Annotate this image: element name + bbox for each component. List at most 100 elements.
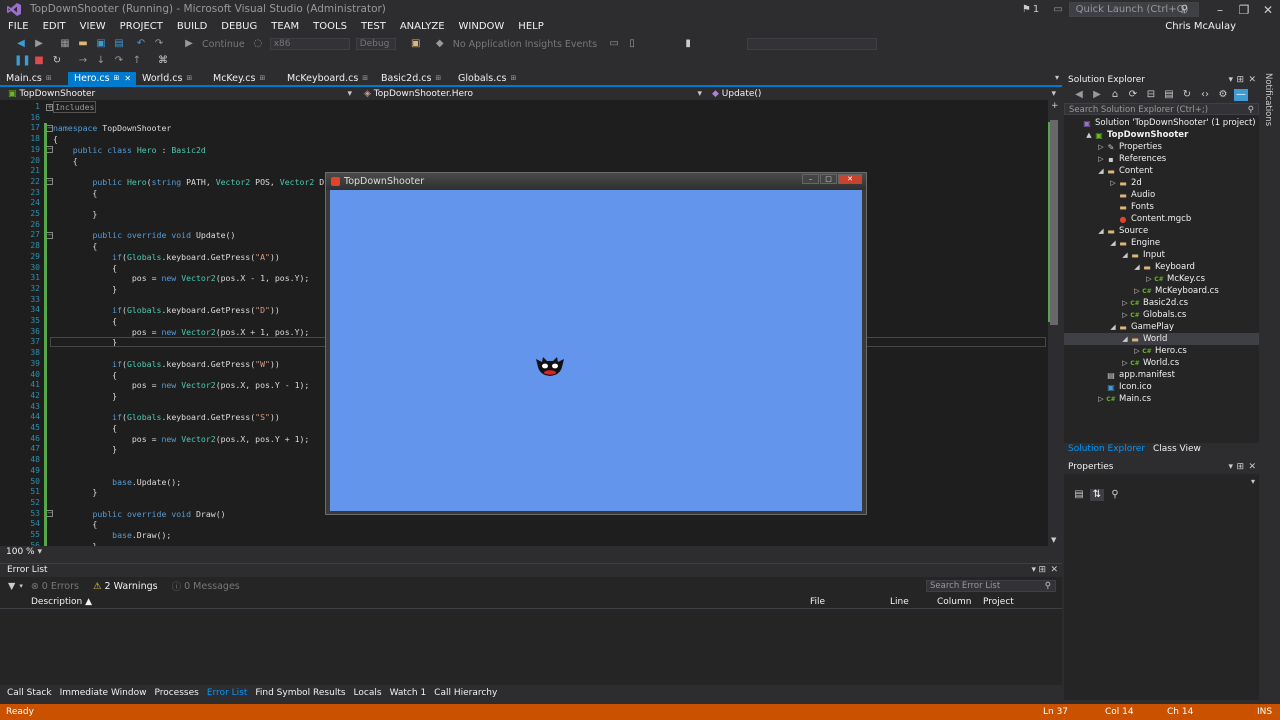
expand-arrow-icon[interactable]: ▷ (1120, 297, 1130, 309)
tree-item[interactable]: ▣ Icon.ico (1064, 381, 1259, 393)
close-panel-icon[interactable]: ✕ (1248, 460, 1256, 474)
tree-item[interactable]: ▲ ▣ TopDownShooter (1064, 129, 1259, 141)
game-close-button[interactable]: ✕ (838, 174, 862, 184)
type-dropdown[interactable]: ◈ TopDownShooter.Hero ▾ (360, 88, 704, 100)
panel-menu-icon[interactable]: ▾ (1031, 564, 1036, 577)
solution-search-input[interactable]: Search Solution Explorer (Ctrl+;) ⚲ (1064, 103, 1259, 115)
preview-icon[interactable]: — (1234, 89, 1248, 101)
game-canvas[interactable] (330, 190, 862, 511)
game-maximize-button[interactable]: □ (820, 174, 837, 184)
messages-filter-button[interactable]: ⓘ 0 Messages (172, 579, 240, 594)
forward-icon[interactable]: ▶ (32, 38, 46, 50)
code-line[interactable]: { (53, 241, 97, 251)
project-dropdown[interactable]: ▣ TopDownShooter ▾ (4, 88, 354, 100)
save-icon[interactable]: ▣ (94, 38, 108, 50)
tree-item[interactable]: ◢ ▬ Source (1064, 225, 1259, 237)
tree-item[interactable]: ▷ C# McKey.cs (1064, 273, 1259, 285)
filter-icon[interactable]: ▼ (8, 581, 15, 592)
pin-icon[interactable]: ⊞ (1236, 73, 1244, 87)
expand-arrow-icon[interactable]: ◢ (1108, 321, 1118, 333)
tab-globals[interactable]: Globals.cs ⊞ (452, 72, 522, 85)
menu-view[interactable]: VIEW (73, 19, 113, 35)
tab-call-hierarchy[interactable]: Call Hierarchy (430, 686, 501, 700)
tree-item[interactable]: ▤ app.manifest (1064, 369, 1259, 381)
redo-icon[interactable]: ↷ (152, 38, 166, 50)
menu-team[interactable]: TEAM (264, 19, 306, 35)
restore-button[interactable]: ❐ (1232, 3, 1256, 17)
tab-basic2d[interactable]: Basic2d.cs ⊞ (375, 72, 452, 85)
undo-icon[interactable]: ↶ (134, 38, 148, 50)
save-all-icon[interactable]: ▤ (112, 38, 126, 50)
tree-item[interactable]: ▷ ▬ 2d (1064, 177, 1259, 189)
code-line[interactable]: } (53, 391, 117, 401)
scroll-thumb[interactable] (1050, 120, 1058, 325)
tab-class-view[interactable]: Class View (1149, 443, 1205, 456)
tab-error-list[interactable]: Error List (203, 686, 252, 700)
tab-world[interactable]: World.cs ⊞ (136, 72, 207, 85)
code-line[interactable]: { (53, 156, 78, 166)
expand-arrow-icon[interactable]: ◢ (1132, 261, 1142, 273)
panel-menu-icon[interactable]: ▾ (1228, 73, 1233, 87)
continue-button[interactable]: Continue (202, 39, 245, 50)
code-line[interactable]: base.Draw(); (53, 530, 171, 540)
code-line[interactable]: } (53, 444, 117, 454)
tab-locals[interactable]: Locals (350, 686, 386, 700)
includes-region[interactable]: Includes (53, 101, 97, 113)
hex-icon[interactable]: ⌘ (156, 55, 170, 67)
menu-test[interactable]: TEST (354, 19, 393, 35)
fold-toggle-icon[interactable]: + (46, 103, 53, 111)
code-line[interactable]: if(Globals.keyboard.GetPress("S")) (53, 412, 280, 422)
tab-immediate-window[interactable]: Immediate Window (56, 686, 151, 700)
open-file-icon[interactable]: ▬ (76, 38, 90, 50)
member-dropdown[interactable]: ◆ Update() ▾ (708, 88, 1058, 100)
pin-icon[interactable]: ⊞ (362, 72, 368, 85)
expand-arrow-icon[interactable]: ▲ (1084, 129, 1094, 141)
tree-item[interactable]: ▷ C# McKeyboard.cs (1064, 285, 1259, 297)
find-icon[interactable]: ▣ (409, 38, 423, 50)
expand-arrow-icon[interactable]: ◢ (1108, 237, 1118, 249)
code-line[interactable]: { (53, 370, 117, 380)
scroll-down-icon[interactable]: ▼ (1051, 536, 1056, 544)
expand-arrow-icon[interactable]: ◢ (1096, 225, 1106, 237)
tree-item[interactable]: ● Content.mgcb (1064, 213, 1259, 225)
show-all-files-icon[interactable]: ▤ (1162, 89, 1176, 101)
platform-select[interactable]: x86 (269, 38, 350, 50)
show-next-statement-icon[interactable]: → (76, 55, 90, 67)
forward-icon[interactable]: ▶ (1090, 89, 1104, 101)
column-file[interactable]: File (810, 597, 825, 607)
code-line[interactable]: { (53, 423, 117, 433)
step-into-icon[interactable]: ↓ (94, 55, 108, 67)
step-out-icon[interactable]: ↑ (130, 55, 144, 67)
panel-menu-icon[interactable]: ▾ (1228, 460, 1233, 474)
categorized-icon[interactable]: ▤ (1072, 489, 1086, 501)
tree-item[interactable]: ◢ ▬ Keyboard (1064, 261, 1259, 273)
expand-arrow-icon[interactable]: ▷ (1096, 141, 1106, 153)
code-line[interactable]: } (53, 209, 97, 219)
notification-flag-icon[interactable]: ⚑ (1022, 4, 1031, 15)
error-search-input[interactable]: Search Error List ⚲ (926, 580, 1056, 592)
tree-item[interactable]: ▣ Solution 'TopDownShooter' (1 project) (1064, 117, 1259, 129)
step-over-icon[interactable]: ↷ (112, 55, 126, 67)
expand-arrow-icon[interactable]: ▷ (1132, 285, 1142, 297)
properties-icon[interactable]: ⚙ (1216, 89, 1230, 101)
refresh-icon[interactable]: ↻ (1180, 89, 1194, 101)
code-line[interactable]: pos = new Vector2(pos.X, pos.Y - 1); (53, 380, 310, 390)
close-tab-icon[interactable]: ✕ (124, 72, 131, 85)
zoom-level[interactable]: 100 % ▾ (0, 546, 1062, 558)
game-title-bar[interactable]: TopDownShooter – □ ✕ (326, 173, 866, 190)
tab-mckeyboard[interactable]: McKeyboard.cs ⊞ (281, 72, 375, 85)
code-line[interactable]: pos = new Vector2(pos.X + 1, pos.Y); (53, 327, 310, 337)
warnings-filter-button[interactable]: ⚠ 2 Warnings (93, 581, 158, 592)
game-window[interactable]: TopDownShooter – □ ✕ (325, 172, 867, 515)
tab-find-symbol-results[interactable]: Find Symbol Results (251, 686, 349, 700)
code-line[interactable]: public Hero(string PATH, Vector2 POS, Ve… (53, 177, 339, 187)
code-line[interactable]: { (53, 134, 58, 144)
expand-arrow-icon[interactable]: ▷ (1120, 309, 1130, 321)
code-line[interactable]: if(Globals.keyboard.GetPress("D")) (53, 305, 280, 315)
menu-help[interactable]: HELP (511, 19, 550, 35)
fold-toggle-icon[interactable]: − (46, 510, 53, 518)
code-line[interactable]: if(Globals.keyboard.GetPress("A")) (53, 252, 280, 262)
expand-arrow-icon[interactable]: ◢ (1120, 249, 1130, 261)
pin-icon[interactable]: ⊞ (186, 72, 192, 85)
minimize-button[interactable]: – (1208, 3, 1232, 17)
